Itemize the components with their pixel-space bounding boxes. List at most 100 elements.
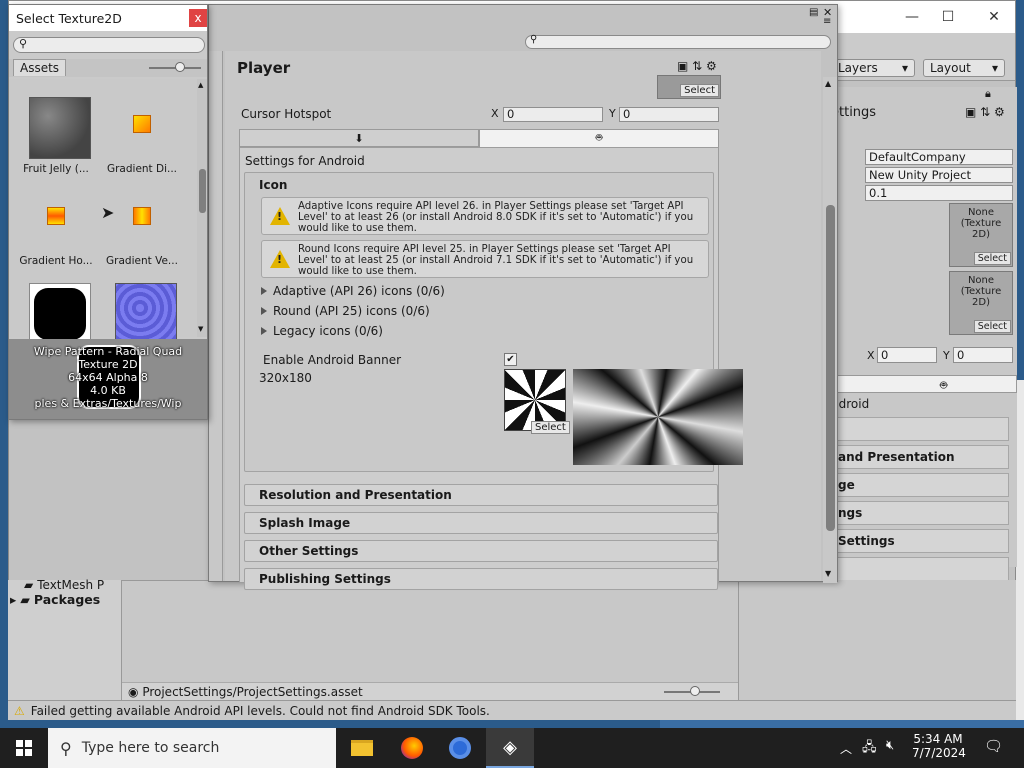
product-name-field[interactable]: New Unity Project xyxy=(865,167,1013,183)
volume-muted-icon[interactable]: 🔇︎ xyxy=(886,738,894,753)
maximize-button[interactable]: ☐ xyxy=(925,1,971,33)
layers-dropdown[interactable]: Layers ▾ xyxy=(831,59,915,77)
foldout-adaptive[interactable]: Adaptive (API 26) icons (0/6) xyxy=(261,284,445,298)
tree-item-textmesh[interactable]: ▰ TextMesh P xyxy=(24,578,104,592)
preview-size: 4.0 KB xyxy=(90,384,126,397)
asset-item[interactable]: Fruit Jelly (... xyxy=(13,93,99,185)
banner-select-button[interactable]: Select xyxy=(531,421,570,434)
default-cursor-slot[interactable]: None (Texture 2D) Select xyxy=(949,271,1013,335)
asset-item[interactable] xyxy=(13,279,99,345)
warning-text: Round Icons require API level 25. in Pla… xyxy=(298,244,694,277)
tab-standalone[interactable]: ⬇ xyxy=(239,129,479,147)
tree-item-packages[interactable]: ▸ ▰ Packages xyxy=(10,592,100,607)
close-button[interactable]: x xyxy=(189,9,207,27)
enable-banner-checkbox[interactable]: ✔ xyxy=(504,353,517,366)
preview-path: ples & Extras/Textures/Wip xyxy=(34,397,182,410)
scroll-up-icon[interactable]: ▲ xyxy=(825,79,831,88)
chrome-button[interactable] xyxy=(436,728,484,768)
cursor-select-button[interactable]: Select xyxy=(680,84,719,97)
settings-title-bar: ▤ ✕ ≡ xyxy=(209,5,837,29)
layout-dropdown[interactable]: Layout ▾ xyxy=(923,59,1005,77)
asset-item[interactable]: Gradient Ve... xyxy=(99,185,185,277)
scrollbar-thumb[interactable] xyxy=(199,169,206,213)
round-icons-warning: Round Icons require API level 25. in Pla… xyxy=(261,240,709,278)
asset-item[interactable]: Gradient Ho... xyxy=(13,185,99,277)
folder-icon: ▰ xyxy=(20,592,30,607)
lock-icon[interactable]: 🔒︎ xyxy=(985,87,991,101)
icon-section-title[interactable]: Icon xyxy=(259,178,287,192)
menu-icon[interactable]: ≡ xyxy=(823,16,831,27)
settings-scrollbar[interactable]: ▲ ▼ xyxy=(823,77,837,583)
zoom-slider-knob[interactable] xyxy=(690,686,700,696)
project-tree: ▰ TextMesh P ▸ ▰ Packages xyxy=(8,578,122,700)
right-section-splash[interactable]: ge xyxy=(831,473,1009,497)
right-section-other[interactable]: ngs xyxy=(831,501,1009,525)
hotspot-x-field[interactable]: 0 xyxy=(503,107,603,122)
gradient-icon xyxy=(133,207,151,225)
x-field[interactable]: 0 xyxy=(877,347,937,363)
slot-label: None (Texture 2D) xyxy=(960,275,1002,308)
tab-assets[interactable]: Assets xyxy=(13,59,67,76)
settings-for-label: Settings for Android xyxy=(245,154,365,168)
right-section-icon[interactable] xyxy=(831,417,1009,441)
status-message[interactable]: Failed getting available Android API lev… xyxy=(31,704,490,718)
size-slider-knob[interactable] xyxy=(175,62,185,72)
texture-search-input[interactable]: ⚲ xyxy=(13,37,205,53)
section-publishing[interactable]: Publishing Settings xyxy=(244,568,718,590)
texture-scrollbar[interactable]: ▲ ▼ xyxy=(197,79,207,337)
right-section-publishing[interactable]: Settings xyxy=(831,529,1009,553)
section-splash[interactable]: Splash Image xyxy=(244,512,718,534)
layout-label: Layout xyxy=(930,61,971,75)
asset-label: Gradient Ho... xyxy=(19,255,93,267)
y-field[interactable]: 0 xyxy=(953,347,1013,363)
firefox-icon xyxy=(401,737,423,759)
right-section-resolution[interactable]: and Presentation xyxy=(831,445,1009,469)
foldout-round[interactable]: Round (API 25) icons (0/6) xyxy=(261,304,430,318)
right-section-xr[interactable] xyxy=(831,557,1009,581)
asset-icon: ◉ xyxy=(128,685,139,699)
slot-select-button[interactable]: Select xyxy=(973,252,1011,265)
header-tools-icons[interactable]: ▣ ⇅ ⚙ xyxy=(677,59,717,73)
scroll-up-icon[interactable]: ▲ xyxy=(198,81,203,89)
section-resolution[interactable]: Resolution and Presentation xyxy=(244,484,718,506)
file-explorer-button[interactable] xyxy=(338,728,386,768)
window-menu-icon[interactable]: ▤ xyxy=(809,7,818,18)
notification-icon[interactable]: 🗨︎ xyxy=(984,737,1003,755)
platform-tabs[interactable]: 🤖︎ xyxy=(831,375,1017,393)
chevron-right-icon xyxy=(261,287,267,295)
asset-item[interactable] xyxy=(99,279,185,345)
cursor-texture-slot[interactable]: Select xyxy=(657,75,721,99)
texture-preview-panel: Wipe Pattern - Radial Quad Texture 2D 64… xyxy=(9,339,207,419)
tab-android[interactable]: 🤖︎ xyxy=(479,129,719,147)
chrome-icon xyxy=(449,737,471,759)
hotspot-y-field[interactable]: 0 xyxy=(619,107,719,122)
default-icon-slot[interactable]: None (Texture 2D) Select xyxy=(949,203,1013,267)
unity-button[interactable]: ◈ xyxy=(486,728,534,768)
texture-thumbnail xyxy=(29,97,91,159)
asset-item[interactable]: Gradient Di... xyxy=(99,93,185,185)
company-name-field[interactable]: DefaultCompany xyxy=(865,149,1013,165)
warning-icon xyxy=(270,207,290,225)
settings-nav xyxy=(209,51,223,581)
warning-icon: ⚠ xyxy=(14,703,25,718)
scroll-down-icon[interactable]: ▼ xyxy=(198,325,203,333)
android-icon[interactable]: 🤖︎ xyxy=(940,377,947,394)
section-other[interactable]: Other Settings xyxy=(244,540,718,562)
version-field[interactable]: 0.1 xyxy=(865,185,1013,201)
cursor-hotspot-label: Cursor Hotspot xyxy=(241,107,332,121)
settings-search-input[interactable]: ⚲ xyxy=(525,34,831,49)
slot-select-button[interactable]: Select xyxy=(973,320,1011,333)
taskbar-search-box[interactable]: ⚲ Type here to search xyxy=(48,728,336,768)
texture-grid: Fruit Jelly (... Gradient Di... Gradient… xyxy=(9,79,197,345)
scrollbar-thumb[interactable] xyxy=(826,205,835,531)
tray-chevron-icon[interactable]: ︿ xyxy=(840,740,852,757)
scroll-down-icon[interactable]: ▼ xyxy=(825,569,831,578)
status-bar: ⚠ Failed getting available Android API l… xyxy=(8,700,1016,720)
windows-start-button[interactable] xyxy=(0,728,48,768)
firefox-button[interactable] xyxy=(388,728,436,768)
clock[interactable]: 5:34 AM 7/7/2024 xyxy=(912,732,966,760)
close-window-button[interactable]: ✕ xyxy=(971,1,1017,33)
network-icon[interactable]: 🖧︎ xyxy=(862,738,877,760)
inspector-tools-icons[interactable]: ▣ ⇅ ⚙ xyxy=(965,105,1005,119)
foldout-legacy[interactable]: Legacy icons (0/6) xyxy=(261,324,383,338)
